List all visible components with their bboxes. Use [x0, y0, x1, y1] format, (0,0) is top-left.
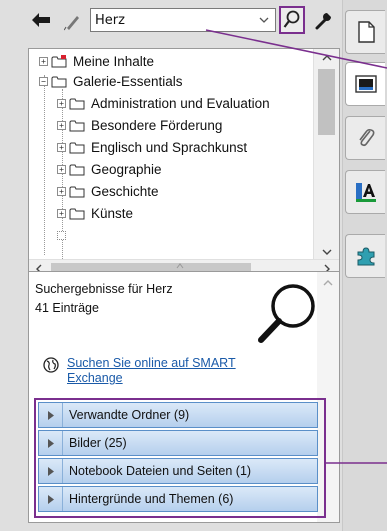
pen-icon [64, 16, 79, 31]
expand-arrow-icon[interactable] [39, 459, 63, 483]
expand-icon[interactable]: + [57, 208, 66, 218]
folder-icon [69, 207, 85, 220]
tab-gallery[interactable] [345, 62, 385, 106]
wrench-icon [315, 13, 331, 30]
tab-page-sorter[interactable] [345, 10, 385, 54]
properties-icon [355, 183, 376, 202]
results-title: Suchergebnisse für Herz [35, 282, 173, 296]
tree-item-administration[interactable]: + Administration und Evaluation [57, 93, 270, 113]
category-notebook-dateien[interactable]: Notebook Dateien und Seiten (1) [38, 458, 318, 484]
tree-item-meine-inhalte[interactable]: + Meine Inhalte [39, 51, 154, 71]
tree-item-label: Meine Inhalte [73, 53, 155, 69]
tree-item-label: Geschichte [91, 183, 159, 199]
tree-item-besondere-foerderung[interactable]: + Besondere Förderung [57, 115, 222, 135]
scroll-up-icon[interactable] [317, 276, 339, 290]
expand-icon[interactable]: + [57, 186, 66, 196]
panel-splitter[interactable] [176, 262, 184, 270]
folder-icon [69, 97, 85, 110]
globe-icon [43, 357, 59, 373]
category-bilder[interactable]: Bilder (25) [38, 430, 318, 456]
settings-button[interactable] [312, 10, 334, 32]
tree-item-label: Besondere Förderung [91, 117, 223, 133]
expand-icon[interactable]: + [57, 164, 66, 174]
expand-arrow-icon[interactable] [39, 487, 63, 511]
expand-icon[interactable]: + [39, 56, 48, 66]
online-search-link[interactable]: Suchen Sie online auf SMART Exchange [43, 356, 273, 386]
category-label: Hintergründe und Themen (6) [69, 492, 234, 506]
search-results: Suchergebnisse für Herz 41 Einträge Such… [28, 271, 340, 523]
tree-item-label: Künste [91, 205, 134, 221]
tree-item-geographie[interactable]: + Geographie [57, 159, 162, 179]
folder-icon [69, 119, 85, 132]
expand-arrow-icon[interactable] [39, 431, 63, 455]
tree-vertical-scrollbar[interactable] [313, 49, 339, 261]
expand-arrow-icon[interactable] [39, 403, 63, 427]
category-label: Verwandte Ordner (9) [69, 408, 190, 422]
scroll-thumb[interactable] [318, 69, 335, 135]
folder-icon [51, 75, 67, 88]
tree-item-galerie-essentials[interactable]: − Galerie-Essentials [39, 71, 183, 91]
category-verwandte-ordner[interactable]: Verwandte Ordner (9) [38, 402, 318, 428]
gallery-panel: + Meine Inhalte − Galerie-Essentials + [0, 0, 343, 531]
tree-item-geschichte[interactable]: + Geschichte [57, 181, 159, 201]
collapse-icon[interactable]: − [39, 76, 48, 86]
category-label: Notebook Dateien und Seiten (1) [69, 464, 252, 478]
category-label: Bilder (25) [69, 436, 127, 450]
tree-item-label: Englisch und Sprachkunst [91, 139, 248, 155]
gallery-toolbar [0, 0, 343, 40]
folder-with-star-icon [51, 54, 67, 68]
results-count: 41 Einträge [35, 301, 99, 315]
magnifier-icon [283, 10, 300, 28]
tree-viewport: + Meine Inhalte − Galerie-Essentials + A… [29, 49, 315, 261]
expand-icon[interactable]: + [57, 142, 66, 152]
tree-item-label: Administration und Evaluation [91, 95, 270, 111]
gallery-icon [354, 75, 377, 93]
tab-addons[interactable] [345, 234, 385, 278]
online-search-link-text[interactable]: Suchen Sie online auf SMART Exchange [67, 356, 273, 386]
expand-icon[interactable]: + [57, 98, 66, 108]
side-tab-bar [343, 0, 387, 531]
attachments-icon [358, 128, 374, 147]
scroll-up-icon[interactable] [314, 49, 340, 67]
gallery-tree: + Meine Inhalte − Galerie-Essentials + A… [28, 48, 340, 278]
tree-item-partial [57, 225, 69, 245]
folder-icon [69, 163, 85, 176]
result-categories: Verwandte Ordner (9) Bilder (25) Noteboo… [34, 398, 326, 518]
page-sorter-icon [357, 21, 375, 43]
tree-item-label: Geographie [91, 161, 162, 177]
tree-item-englisch[interactable]: + Englisch und Sprachkunst [57, 137, 247, 157]
search-field[interactable] [90, 8, 276, 32]
category-hintergruende[interactable]: Hintergründe und Themen (6) [38, 486, 318, 512]
folder-icon [69, 141, 85, 154]
tab-properties[interactable] [345, 170, 385, 214]
chevron-down-icon[interactable] [257, 12, 271, 28]
back-button[interactable] [30, 10, 52, 30]
tab-attachments[interactable] [345, 116, 385, 160]
pen-button[interactable] [62, 12, 84, 32]
folder-icon [69, 185, 85, 198]
back-arrow-icon [32, 13, 50, 27]
expand-icon[interactable]: + [57, 120, 66, 130]
tree-item-label: Galerie-Essentials [73, 73, 183, 89]
search-input[interactable] [91, 12, 251, 28]
addons-icon [357, 247, 374, 266]
search-button[interactable] [279, 6, 305, 34]
tree-item-kuenste[interactable]: + Künste [57, 203, 133, 223]
magnifier-icon [258, 284, 315, 343]
